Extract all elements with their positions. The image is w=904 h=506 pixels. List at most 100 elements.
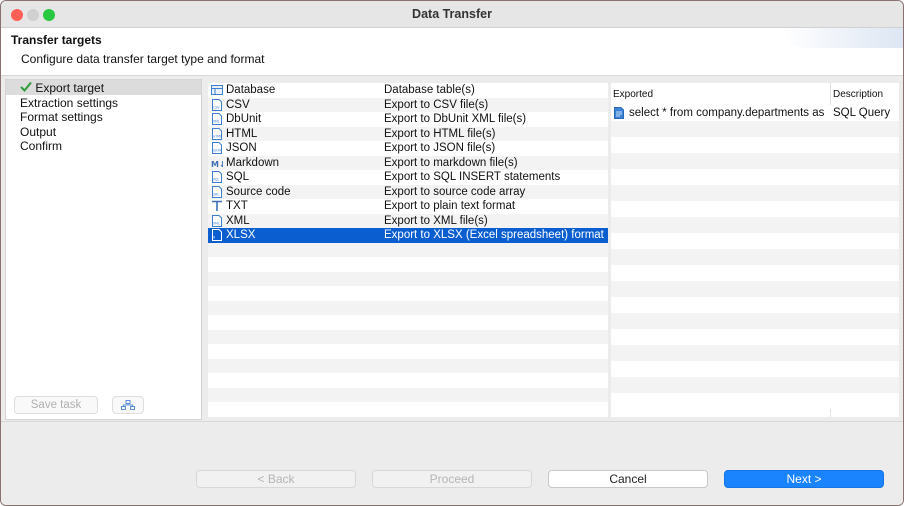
text-format-icon	[211, 200, 223, 212]
empty-row	[208, 286, 608, 301]
format-list: Database Database table(s) CSV CSV Export to…	[208, 83, 608, 417]
format-description: Export to XML file(s)	[384, 214, 488, 227]
empty-row	[208, 315, 608, 330]
step-export-target[interactable]: Export target	[20, 81, 104, 95]
sql-script-icon	[614, 107, 626, 119]
empty-row	[611, 185, 899, 201]
format-row[interactable]: TXT Export to plain text format	[208, 199, 608, 214]
exported-row[interactable]: select * from company.departments as d SQ…	[611, 105, 899, 121]
empty-row	[611, 361, 899, 377]
format-description: Export to plain text format	[384, 200, 516, 212]
format-row[interactable]: JSON JSON Export to JSON file(s)	[208, 141, 608, 156]
empty-row	[208, 373, 608, 388]
format-description: Export to CSV file(s)	[384, 98, 489, 111]
format-row[interactable]: SRC Source code Export to source code arra…	[208, 184, 608, 199]
header-decoration	[783, 28, 903, 48]
empty-row	[208, 271, 608, 286]
format-row[interactable]: HTML HTML Export to HTML file(s)	[208, 126, 608, 141]
description-column-header[interactable]: Description	[833, 87, 899, 102]
xml-file-icon: XML	[211, 113, 223, 125]
step-extraction-settings[interactable]: Extraction settings	[20, 96, 118, 110]
step-confirm[interactable]: Confirm	[20, 139, 62, 153]
svg-text:HTML: HTML	[213, 134, 222, 138]
empty-row	[208, 387, 608, 402]
svg-text:M↓: M↓	[211, 160, 223, 169]
svg-text:JSON: JSON	[212, 149, 221, 153]
wizard-header: Transfer targets Configure data transfer…	[1, 28, 903, 76]
format-row[interactable]: CSV CSV Export to CSV file(s)	[208, 97, 608, 112]
checkmark-icon	[20, 81, 32, 95]
exported-column-header[interactable]: Exported	[613, 87, 828, 102]
format-description: Database table(s)	[384, 84, 475, 96]
save-task-button[interactable]: Save task	[14, 396, 98, 414]
empty-row	[611, 121, 899, 137]
empty-row	[611, 265, 899, 281]
format-description: Export to JSON file(s)	[384, 142, 496, 154]
format-name: HTML	[226, 127, 258, 140]
markdown-icon: M↓	[211, 157, 226, 169]
step-output[interactable]: Output	[20, 125, 56, 139]
cancel-button[interactable]: Cancel	[548, 470, 708, 488]
page-subtitle: Configure data transfer target type and …	[21, 52, 265, 66]
table-header: Exported Description	[611, 87, 899, 103]
proceed-button[interactable]: Proceed	[372, 470, 532, 488]
format-row[interactable]: M↓Markdown Export to markdown file(s)	[208, 155, 608, 170]
sql-file-icon: SQL	[211, 171, 223, 183]
format-row[interactable]: XML XML Export to XML file(s)	[208, 213, 608, 228]
next-button[interactable]: Next >	[724, 470, 884, 488]
empty-row	[208, 344, 608, 359]
empty-row	[611, 201, 899, 217]
format-description: Export to SQL INSERT statements	[384, 171, 561, 183]
wizard-steps-panel: Export target Extraction settings Format…	[5, 79, 202, 420]
html-file-icon: HTML	[211, 127, 223, 140]
format-description: Export to XLSX (Excel spreadsheet) forma…	[384, 229, 604, 241]
window-title: Data Transfer	[412, 7, 492, 21]
empty-row	[208, 300, 608, 315]
step-label: Export target	[35, 81, 105, 95]
step-label: Extraction settings	[20, 96, 119, 110]
empty-row	[208, 242, 608, 257]
empty-row	[611, 297, 899, 313]
empty-row	[208, 257, 608, 272]
excel-file-icon: X	[211, 229, 223, 241]
svg-text:SRC: SRC	[213, 192, 220, 196]
format-name: Markdown	[226, 156, 280, 169]
format-name: XLSX	[226, 229, 256, 241]
format-description: Export to source code array	[384, 185, 526, 198]
empty-row	[611, 281, 899, 297]
empty-row	[611, 393, 899, 409]
tree-structure-icon	[121, 400, 135, 413]
format-row[interactable]: SQL SQL Export to SQL INSERT statements	[208, 170, 608, 185]
format-row[interactable]: XML DbUnit Export to DbUnit XML file(s)	[208, 112, 608, 127]
task-tree-button[interactable]	[112, 396, 144, 414]
svg-text:XML: XML	[213, 221, 220, 225]
page-title: Transfer targets	[11, 33, 102, 47]
empty-row	[611, 345, 899, 361]
wizard-footer	[1, 421, 903, 505]
format-name: XML	[226, 214, 250, 227]
empty-row	[611, 233, 899, 249]
empty-row	[208, 329, 608, 344]
format-name: DbUnit	[226, 113, 262, 125]
step-format-settings[interactable]: Format settings	[20, 110, 103, 124]
format-description: Export to DbUnit XML file(s)	[384, 113, 527, 125]
step-label: Confirm	[20, 139, 63, 153]
format-row[interactable]: X XLSX Export to XLSX (Excel spreadsheet) …	[208, 228, 608, 243]
format-name: Source code	[226, 185, 291, 198]
json-file-icon: JSON	[211, 142, 223, 154]
step-label: Format settings	[20, 110, 103, 124]
database-table-icon	[211, 84, 223, 96]
csv-file-icon: CSV	[211, 98, 223, 111]
back-button[interactable]: < Back	[196, 470, 356, 488]
format-row[interactable]: Database Database table(s)	[208, 83, 608, 98]
data-transfer-window: Data Transfer Transfer targets Configure…	[0, 0, 904, 506]
exported-objects-table: Exported Description select * from compa…	[611, 83, 899, 417]
empty-row	[611, 153, 899, 169]
exported-query: select * from company.departments as d	[629, 107, 828, 119]
format-name: TXT	[226, 200, 248, 212]
exported-description: SQL Query	[833, 107, 891, 119]
svg-text:CSV: CSV	[213, 105, 220, 109]
source-code-file-icon: SRC	[211, 185, 223, 198]
empty-row	[611, 329, 899, 345]
svg-text:XML: XML	[213, 120, 220, 124]
